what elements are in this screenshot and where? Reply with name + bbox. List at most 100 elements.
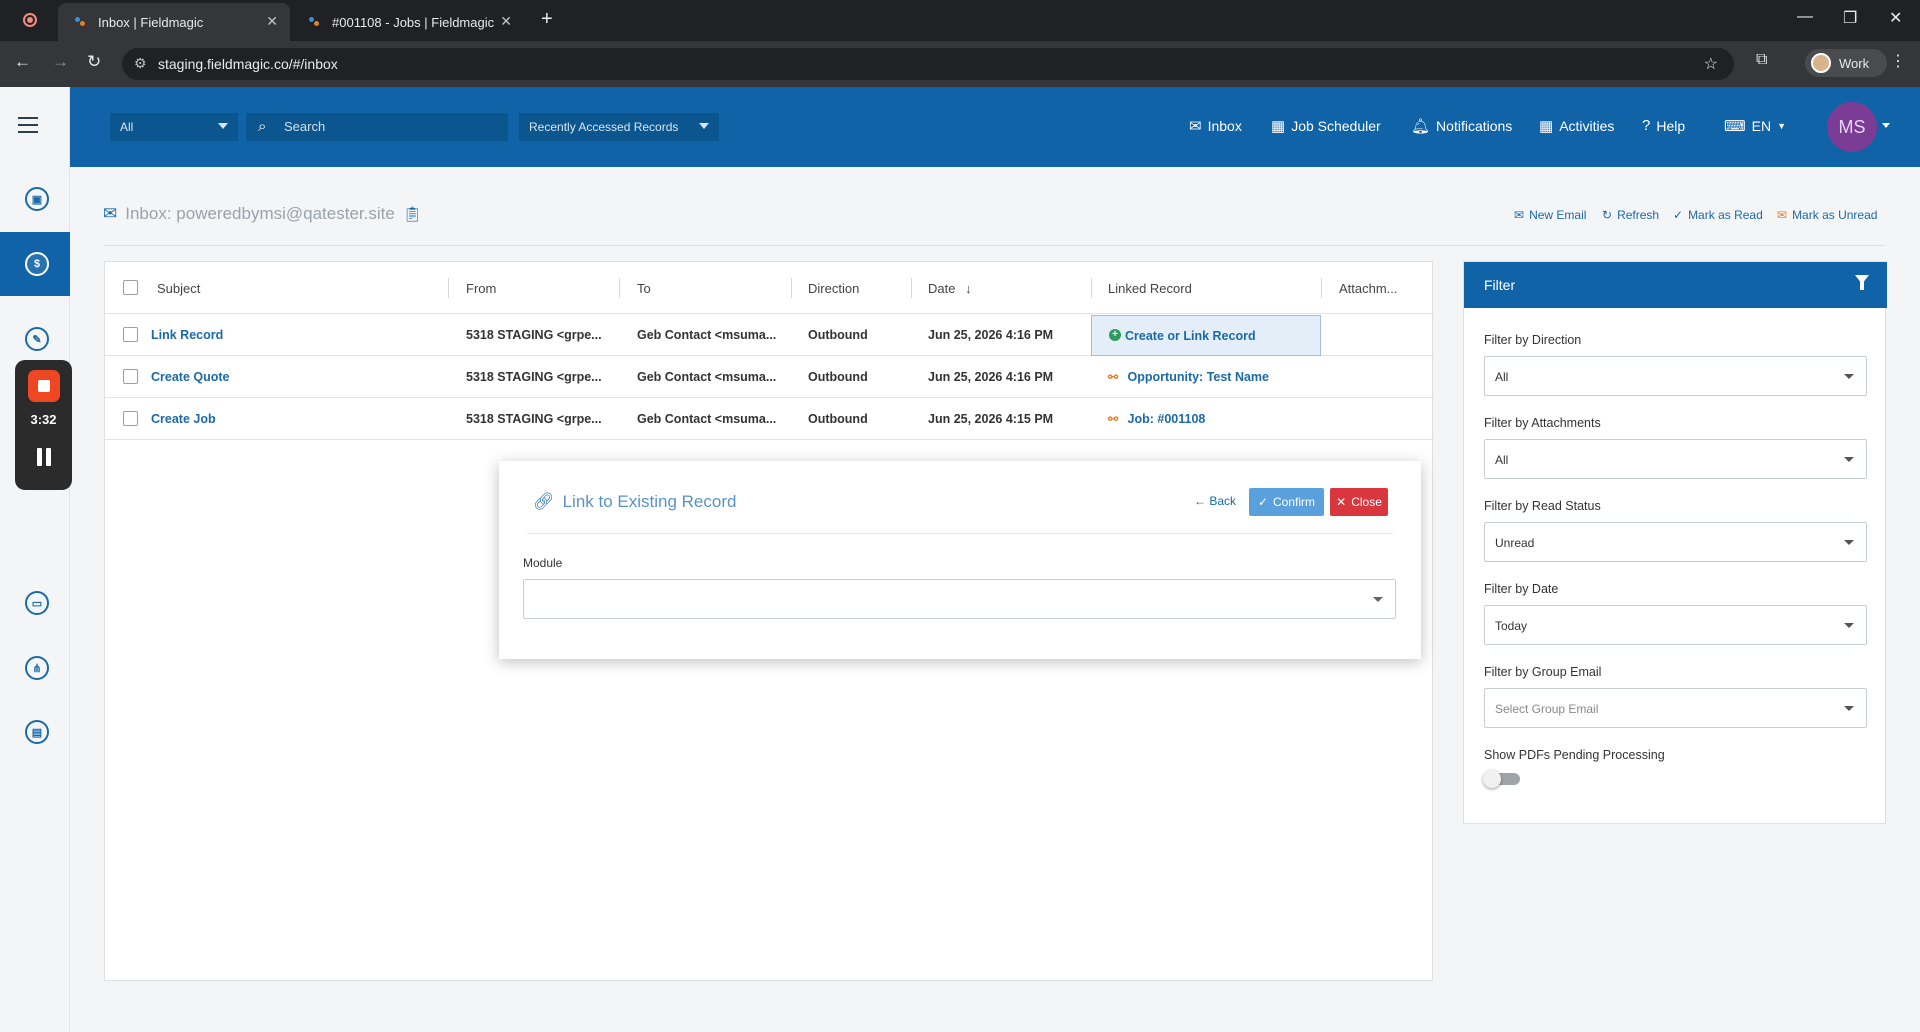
- search-scope-select[interactable]: All: [110, 113, 238, 141]
- filter-attachments-label: Filter by Attachments: [1484, 416, 1601, 430]
- sidebar-item-sales[interactable]: $: [0, 232, 70, 296]
- unlink-icon[interactable]: ⚯: [1108, 412, 1118, 426]
- column-date[interactable]: Date ↓: [928, 281, 972, 296]
- tab-title: #001108 - Jobs | Fieldmagic: [332, 14, 495, 30]
- column-divider[interactable]: [911, 278, 912, 298]
- workflow-icon[interactable]: ⋔: [25, 656, 49, 680]
- nav-inbox[interactable]: ✉ Inbox: [1189, 117, 1242, 135]
- linked-record-link[interactable]: ⚯ Opportunity: Test Name: [1108, 370, 1269, 384]
- extensions-icon[interactable]: ⧉: [1756, 51, 1767, 69]
- filter-read-status-label: Filter by Read Status: [1484, 499, 1601, 513]
- filter-group-email-label: Filter by Group Email: [1484, 665, 1602, 679]
- filter-read-status-value: Unread: [1495, 536, 1535, 550]
- nav-help[interactable]: ? Help: [1642, 117, 1685, 134]
- close-tab-icon[interactable]: ✕: [500, 13, 512, 30]
- caret-down-icon[interactable]: [1882, 123, 1890, 128]
- back-arrow-icon[interactable]: ←: [14, 52, 31, 72]
- filter-attachments-select[interactable]: All: [1484, 439, 1867, 479]
- question-icon: ?: [1642, 117, 1651, 134]
- column-divider[interactable]: [619, 278, 620, 298]
- forward-arrow-icon[interactable]: →: [52, 52, 69, 72]
- funnel-icon[interactable]: [1855, 275, 1869, 290]
- close-window-icon[interactable]: ✕: [1889, 8, 1902, 28]
- table-row[interactable]: Link Record 5318 STAGING <grpe... Geb Co…: [105, 314, 1434, 356]
- create-or-link-record-button[interactable]: + Create or Link Record: [1091, 315, 1321, 356]
- linked-record-link[interactable]: ⚯ Job: #001108: [1108, 412, 1205, 426]
- column-subject[interactable]: Subject: [157, 281, 200, 296]
- url-field[interactable]: ⚙ staging.fieldmagic.co/#/inbox ☆: [122, 48, 1734, 80]
- column-divider[interactable]: [791, 278, 792, 298]
- pause-icon[interactable]: [37, 448, 51, 466]
- user-avatar[interactable]: MS: [1827, 102, 1877, 152]
- avatar-initials: MS: [1838, 116, 1866, 137]
- column-divider[interactable]: [448, 278, 449, 298]
- minimize-icon[interactable]: —: [1797, 8, 1813, 26]
- row-checkbox[interactable]: [123, 369, 138, 384]
- browser-profile-button[interactable]: Work: [1805, 49, 1887, 77]
- email-subject-link[interactable]: Create Quote: [151, 370, 230, 384]
- browser-tab-inbox[interactable]: Inbox | Fieldmagic ✕: [58, 3, 290, 41]
- refresh-button[interactable]: ↻ Refresh: [1602, 208, 1659, 222]
- mark-as-unread-button[interactable]: ✉ Mark as Unread: [1777, 208, 1877, 222]
- mark-as-read-label: Mark as Read: [1688, 208, 1763, 222]
- language-select[interactable]: ⌨ EN ▼: [1724, 117, 1786, 135]
- close-tab-icon[interactable]: ✕: [266, 13, 278, 30]
- email-direction: Outbound: [808, 328, 868, 342]
- email-subject-link[interactable]: Create Job: [151, 412, 216, 426]
- wrench-icon[interactable]: ✎: [25, 327, 49, 351]
- nav-job-scheduler[interactable]: ▦ Job Scheduler: [1271, 117, 1381, 135]
- column-to[interactable]: To: [637, 281, 651, 296]
- column-divider[interactable]: [1091, 278, 1092, 298]
- column-linked-record[interactable]: Linked Record: [1108, 281, 1192, 296]
- column-divider[interactable]: [1321, 278, 1322, 298]
- column-attachments[interactable]: Attachm...: [1339, 281, 1398, 296]
- browser-tab-job[interactable]: #001108 - Jobs | Fieldmagic ✕: [292, 3, 524, 41]
- filter-date-select[interactable]: Today: [1484, 605, 1867, 645]
- language-label: EN: [1751, 118, 1772, 134]
- left-sidebar: ▣ $ ✎ ▭ ⋔ ▤: [0, 87, 70, 1032]
- nav-notifications-label: Notifications: [1436, 118, 1513, 134]
- hamburger-menu-icon[interactable]: [18, 117, 38, 138]
- filter-read-status-select[interactable]: Unread: [1484, 522, 1867, 562]
- email-to: Geb Contact <msuma...: [637, 370, 777, 384]
- calendar-icon: ▦: [1539, 118, 1554, 135]
- site-info-icon[interactable]: ⚙: [134, 55, 147, 72]
- nav-activities[interactable]: ▦ Activities: [1539, 117, 1614, 135]
- recent-records-select[interactable]: Recently Accessed Records: [519, 113, 719, 141]
- unlink-icon[interactable]: ⚯: [1108, 370, 1118, 384]
- stop-recording-button[interactable]: [28, 370, 60, 402]
- restore-icon[interactable]: ❐: [1843, 8, 1857, 28]
- new-tab-icon[interactable]: +: [541, 8, 553, 31]
- calendar-icon[interactable]: ▭: [25, 591, 49, 615]
- module-select[interactable]: [523, 579, 1396, 619]
- new-email-button[interactable]: ✉ New Email: [1514, 208, 1586, 222]
- table-row[interactable]: Create Quote 5318 STAGING <grpe... Geb C…: [105, 356, 1434, 398]
- bookmark-star-icon[interactable]: ☆: [1704, 54, 1718, 74]
- table-row[interactable]: Create Job 5318 STAGING <grpe... Geb Con…: [105, 398, 1434, 440]
- filter-group-email-select[interactable]: Select Group Email: [1484, 688, 1867, 728]
- row-checkbox[interactable]: [123, 411, 138, 426]
- contacts-icon[interactable]: ▣: [25, 187, 49, 211]
- column-direction[interactable]: Direction: [808, 281, 859, 296]
- clipboard-icon[interactable]: 📋︎: [403, 205, 422, 223]
- refresh-label: Refresh: [1617, 208, 1660, 222]
- back-button[interactable]: ← Back: [1194, 494, 1236, 508]
- link-icon: 🔗︎: [533, 492, 555, 511]
- close-button[interactable]: ✕ Close: [1330, 488, 1388, 516]
- row-checkbox[interactable]: [123, 327, 138, 342]
- envelope-open-icon: ✉: [1777, 208, 1788, 222]
- pdf-pending-toggle[interactable]: [1483, 770, 1520, 788]
- caret-down-icon: [1844, 706, 1854, 711]
- select-all-checkbox[interactable]: [123, 280, 138, 295]
- filter-direction-select[interactable]: All: [1484, 356, 1867, 396]
- browser-menu-icon[interactable]: ⋮: [1890, 51, 1906, 71]
- document-icon[interactable]: ▤: [25, 720, 49, 744]
- nav-notifications[interactable]: 🔔︎ Notifications: [1411, 117, 1512, 135]
- email-subject-link[interactable]: Link Record: [151, 328, 223, 342]
- reload-icon[interactable]: ↻: [87, 52, 101, 72]
- column-from[interactable]: From: [466, 281, 496, 296]
- confirm-button[interactable]: ✓ Confirm: [1249, 488, 1324, 516]
- mark-as-read-button[interactable]: ✓ Mark as Read: [1673, 208, 1763, 222]
- global-search-input[interactable]: ⌕ Search: [246, 113, 508, 141]
- close-label: Close: [1351, 495, 1382, 509]
